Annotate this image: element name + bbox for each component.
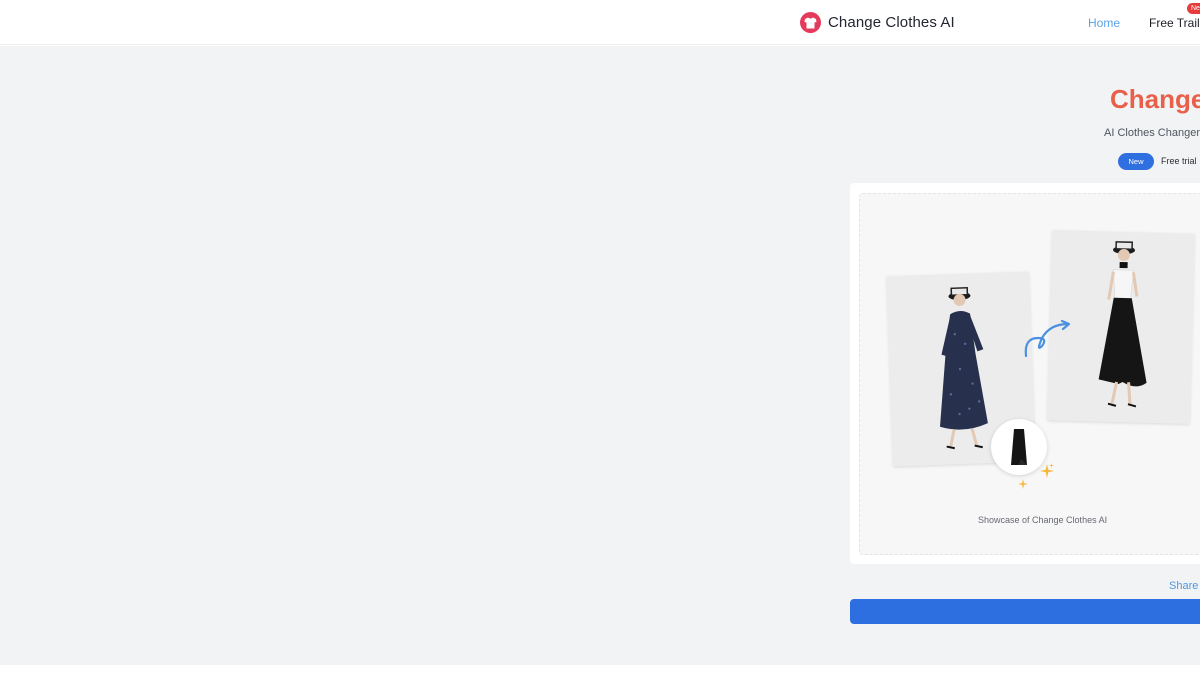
sparkle-icon <box>1049 455 1054 473</box>
brand[interactable]: Change Clothes AI <box>800 12 955 33</box>
share-link[interactable]: Share a <box>1169 580 1200 592</box>
hero-subtitle: AI Clothes Changer, <box>1104 127 1200 139</box>
hero-title: Change <box>1110 84 1200 114</box>
main-content: Change AI Clothes Changer, New Free tria… <box>0 46 1200 665</box>
nav-free-trial-link[interactable]: Free Trail <box>1149 16 1200 30</box>
curved-arrow-icon <box>1020 319 1074 365</box>
showcase-frame: Showcase of Change Clothes AI <box>859 193 1200 555</box>
top-navbar: Change Clothes AI Home Free Trail New <box>0 0 1200 45</box>
garment-item-thumbnail <box>991 419 1047 475</box>
tshirt-icon <box>800 12 821 33</box>
new-badge: New <box>1187 3 1200 14</box>
footer-band <box>0 665 1200 675</box>
new-pill-badge: New <box>1118 153 1154 170</box>
sparkle-icon <box>1018 476 1028 494</box>
nav-home-link[interactable]: Home <box>1088 16 1120 30</box>
showcase-caption: Showcase of Change Clothes AI <box>978 515 1108 525</box>
primary-action-button[interactable] <box>850 599 1200 624</box>
free-trial-text: Free trial <box>1161 156 1197 166</box>
brand-name: Change Clothes AI <box>828 14 955 31</box>
showcase-card: Showcase of Change Clothes AI <box>850 183 1200 564</box>
